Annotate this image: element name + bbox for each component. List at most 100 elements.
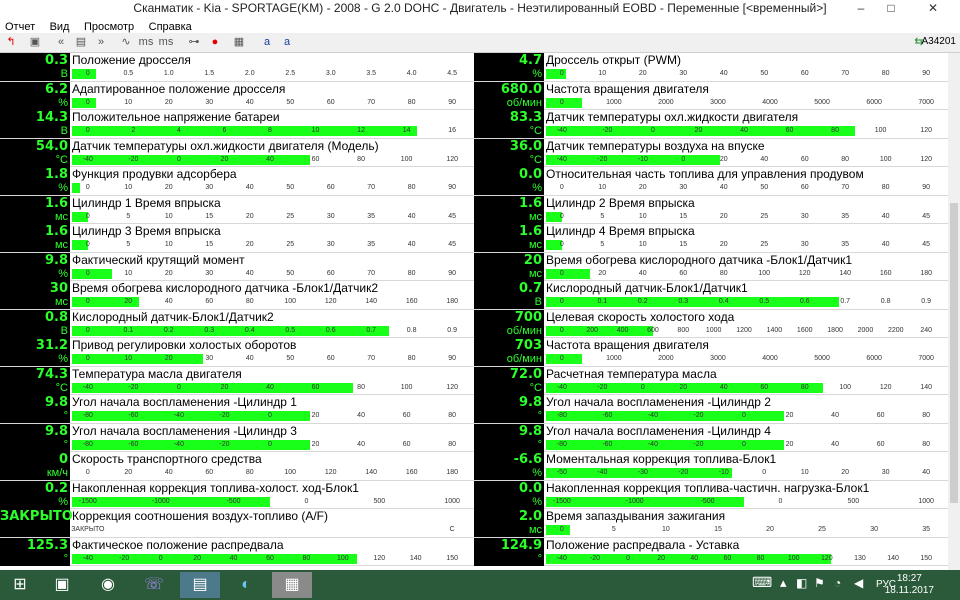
keyboard-icon[interactable]: ⌨: [752, 574, 772, 591]
gauge-tick-label: -10: [637, 155, 648, 163]
scanmatic-app-icon[interactable]: ▤: [180, 572, 220, 598]
parameter-row[interactable]: 1.8% Функция продувки адсорбера 0 10 20 30 40 5…: [0, 167, 474, 196]
parameter-row[interactable]: 31.2% Привод регулировки холостых оборото…: [0, 338, 474, 367]
gauge-tick-label: 60: [326, 98, 335, 106]
gauge-tick-label: 0.6: [799, 298, 810, 305]
gauge-tick-label: 20: [193, 554, 202, 562]
parameter-row[interactable]: 9.8 ° Угол начала воспламенения -Цилиндр 1…: [0, 395, 474, 424]
graph-icon[interactable]: ∿: [118, 35, 134, 50]
parameter-unit: %: [474, 467, 544, 480]
parameter-row[interactable]: 20 мс Время обогрева кислородного датчика …: [474, 252, 948, 281]
record-icon[interactable]: ●: [208, 35, 222, 50]
parameter-row[interactable]: 1.6 мс Цилиндр 4 Время впрыска 0 5 10 15 20 25 30…: [474, 224, 948, 253]
parameter-row[interactable]: 0 км/ч Скорость транспортного средства 0 20 4…: [0, 452, 474, 481]
parameter-row[interactable]: 4.7% Дроссель открыт (PWM) 0 10 20 30 40 50 60 70…: [474, 53, 948, 82]
parameter-row[interactable]: 0.0% Накопленная коррекция топлива-частич…: [474, 480, 948, 509]
parameter-row[interactable]: -6.6% Моментальная коррекция топлива-Блок…: [474, 452, 948, 481]
tray-expand-icon[interactable]: ▴: [780, 575, 787, 591]
parameter-value: 4.7: [474, 53, 544, 68]
font-decrease-button[interactable]: a: [260, 35, 274, 50]
parameter-name: Угол начала воспламенения -Цилиндр 4: [546, 423, 771, 438]
parameter-row[interactable]: 72.0 °C Расчетная температура масла -40 -20 0…: [474, 366, 948, 395]
gauge-tick-label: 4: [176, 127, 181, 134]
scrollbar-thumb[interactable]: [950, 203, 958, 503]
parameter-row[interactable]: 14.3 В Положительное напряжение батареи 0 2 4…: [0, 110, 474, 139]
parameter-row[interactable]: 124.9 ° Положение распредвала - Уставка -40…: [474, 537, 948, 566]
parameter-gauge: 0 0.5 1.0 1.5 2.0 2.5 3.0 3.5 4.0 4.5: [72, 68, 468, 80]
parameter-row[interactable]: 9.8 ° Угол начала воспламенения -Цилиндр 3…: [0, 423, 474, 452]
parameter-row[interactable]: 0.2% Накопленная коррекция топлива-холост…: [0, 480, 474, 509]
floppy-app-icon[interactable]: ▣: [42, 572, 82, 598]
gauge-tick-label: 4000: [762, 98, 778, 106]
rewind-icon[interactable]: «: [54, 35, 68, 50]
gauge-tick-label: 0: [304, 497, 309, 505]
minimize-button[interactable]: –: [846, 0, 876, 17]
vertical-scrollbar[interactable]: [948, 53, 960, 570]
network-icon[interactable]: ◧: [796, 576, 807, 590]
parameter-row[interactable]: 30 мс Время обогрева кислородного датчика …: [0, 281, 474, 310]
parameter-row[interactable]: 36.0 °C Датчик температуры воздуха на впус…: [474, 138, 948, 167]
parameter-row[interactable]: 9.8 ° Угол начала воспламенения -Цилиндр 4…: [474, 423, 948, 452]
parameter-name: Фактический крутящий момент: [72, 252, 245, 267]
parameter-row[interactable]: 0.8 В Кислородный датчик-Блок1/Датчик2 0 0.1…: [0, 309, 474, 338]
list-icon[interactable]: ▤: [74, 35, 88, 50]
windows-start-icon[interactable]: ⊞: [0, 572, 40, 598]
gauge-tick-label: 5: [126, 212, 131, 220]
window-title: Сканматик - Kia - SPORTAGE(KM) - 2008 - …: [133, 1, 827, 15]
gauge-tick-label: 0: [85, 355, 90, 362]
parameter-value: 74.3: [0, 366, 70, 382]
maximize-button[interactable]: □: [876, 0, 906, 17]
back-icon[interactable]: ↰: [4, 35, 18, 50]
gauge-tick-label: 100: [874, 127, 887, 134]
connector-icon[interactable]: ⊶: [186, 35, 202, 50]
parameter-row[interactable]: 9.8 ° Угол начала воспламенения -Цилиндр 2…: [474, 395, 948, 424]
gauge-scale: -80 -60 -40 -20 0 20 40 60 80: [546, 439, 942, 451]
parameter-row[interactable]: 0.7 В Кислородный датчик-Блок1/Датчик1 0 0.1…: [474, 281, 948, 310]
parameter-row[interactable]: 125.3 ° Фактическое положение распредвала -…: [0, 537, 474, 566]
parameter-row[interactable]: 6.2% Адаптированное положение дросселя 0 10…: [0, 81, 474, 110]
parameter-value: 0.2: [0, 480, 70, 496]
close-button[interactable]: ✕: [906, 0, 960, 17]
volume-icon[interactable]: ◀: [854, 576, 863, 590]
clock[interactable]: 18:27 18.11.2017: [885, 573, 934, 597]
parameter-row[interactable]: 700 об/мин Целевая скорость холостого хода…: [474, 309, 948, 338]
parameter-row[interactable]: 1.6 мс Цилиндр 2 Время впрыска 0 5 10 15 20 25 30…: [474, 195, 948, 224]
parameter-row[interactable]: 680.0 об/мин Частота вращения двигателя 0 10…: [474, 81, 948, 110]
gauge-tick-label: 80: [245, 469, 254, 476]
parameter-row[interactable]: 0.3 В Положение дросселя 0 0.5 1.0 1.5 2.0 2.5 3.…: [0, 53, 474, 82]
gauge-tick-label: -60: [602, 412, 613, 419]
gauge-scale: -50 -40 -30 -20 -10 0 10 20 30 40: [546, 467, 942, 479]
ms-minus-button[interactable]: ms: [138, 35, 154, 50]
wifi-icon[interactable]: ◔: [834, 576, 841, 590]
gauge-tick-label: 0: [742, 412, 746, 419]
forward-icon[interactable]: »: [94, 35, 108, 50]
gauge-tick-label: -30: [637, 469, 648, 476]
save-icon[interactable]: ▦: [232, 35, 246, 50]
gauge-tick-label: 100: [839, 383, 852, 391]
device-id: A34201: [921, 36, 956, 47]
font-increase-button[interactable]: a: [280, 35, 294, 50]
parameter-row[interactable]: 703 об/мин Частота вращения двигателя 0 1000…: [474, 338, 948, 367]
gauge-tick-label: 0.2: [163, 326, 174, 334]
chrome-icon[interactable]: ◉: [88, 572, 128, 598]
browser-app-icon[interactable]: ◐: [226, 572, 266, 598]
gauge-tick-label: 500: [373, 497, 386, 505]
gauge-tick-label: 80: [407, 269, 416, 277]
clock-date: 18.11.2017: [884, 585, 934, 596]
parameter-row[interactable]: 1.6 мс Цилиндр 1 Время впрыска 0 5 10 15 20 25 30…: [0, 195, 474, 224]
gauge-tick-label: 10: [638, 241, 647, 248]
flag-icon[interactable]: ⚑: [814, 576, 825, 590]
ms-plus-button[interactable]: ms: [158, 35, 174, 50]
parameter-row[interactable]: 0.0% Относительная часть топлива для упра…: [474, 167, 948, 196]
parameter-row[interactable]: 2.0 мс Время запаздывания зажигания 0 5 10 15 2…: [474, 509, 948, 538]
parameter-row[interactable]: ЗАКРЫТО Коррекция соотношения воздух-топл…: [0, 509, 474, 538]
report-icon[interactable]: ▣: [28, 35, 42, 50]
parameter-row[interactable]: 9.8% Фактический крутящий момент 0 10 20 30 40…: [0, 252, 474, 281]
parameter-row[interactable]: 1.6 мс Цилиндр 3 Время впрыска 0 5 10 15 20 25 30…: [0, 224, 474, 253]
parameter-row[interactable]: 74.3 °C Температура масла двигателя -40 -20 0…: [0, 366, 474, 395]
parameter-row[interactable]: 54.0 °C Датчик температуры охл.жидкости дв…: [0, 138, 474, 167]
parameter-row[interactable]: 83.3 °C Датчик температуры охл.жидкости дв…: [474, 110, 948, 139]
viber-icon[interactable]: ☏: [134, 572, 174, 598]
device-app-icon[interactable]: ▦: [272, 572, 312, 598]
gauge-tick-label: 10: [124, 98, 133, 106]
